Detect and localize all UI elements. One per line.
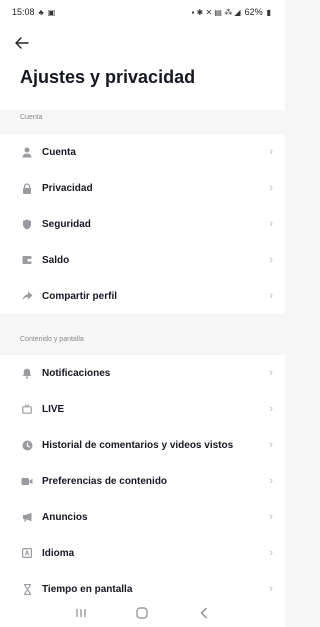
section-contenido: Notificaciones › LIVE › Historial de com… [0, 355, 285, 598]
battery-icon: ▮ [266, 7, 271, 17]
settings-item-label: Idioma [42, 547, 75, 559]
megaphone-icon [20, 510, 34, 524]
settings-item-label: Tiempo en pantalla [42, 583, 133, 595]
settings-item-seguridad[interactable]: Seguridad › [0, 206, 285, 242]
settings-item-label: Seguridad [42, 218, 91, 230]
settings-item-label: Historial de comentarios y videos vistos [42, 439, 234, 451]
shield-icon [20, 217, 34, 231]
chevron-right-icon: › [269, 475, 273, 487]
chevron-right-icon: › [269, 218, 273, 230]
chevron-right-icon: › [269, 511, 273, 523]
bell-icon [20, 366, 34, 380]
header: Ajustes y privacidad [0, 24, 285, 110]
status-time: 15:08 [12, 7, 35, 17]
settings-item-label: Anuncios [42, 511, 88, 523]
section-label-contenido: Contenido y pantalla [20, 336, 84, 343]
back-arrow-icon[interactable] [10, 32, 34, 54]
battery-level: 62% [244, 7, 263, 17]
section-cuenta: Cuenta › Privacidad › Seguridad › Saldo … [0, 134, 285, 314]
calendar-icon: ▣ [47, 7, 56, 17]
settings-item-historial[interactable]: Historial de comentarios y videos vistos… [0, 427, 285, 463]
home-icon[interactable] [127, 603, 157, 623]
status-icons: ▪ ✱ ✕ ▤ ⁂ ◢ [191, 7, 241, 17]
back-nav-icon[interactable] [189, 603, 219, 623]
settings-item-label: Notificaciones [42, 367, 111, 379]
person-icon [20, 145, 34, 159]
settings-item-label: LIVE [42, 403, 65, 415]
share-icon [20, 289, 34, 303]
settings-item-preferencias[interactable]: Preferencias de contenido › [0, 463, 285, 499]
wallet-icon [20, 253, 34, 267]
settings-item-anuncios[interactable]: Anuncios › [0, 499, 285, 535]
status-right: ▪ ✱ ✕ ▤ ⁂ ◢ 62% ▮ [192, 7, 272, 17]
history-icon [20, 438, 34, 452]
chevron-right-icon: › [269, 290, 273, 302]
hourglass-icon [20, 582, 34, 596]
settings-item-idioma[interactable]: Idioma › [0, 535, 285, 571]
settings-item-label: Compartir perfil [42, 290, 118, 302]
video-icon [20, 474, 34, 488]
recent-apps-icon[interactable] [66, 603, 96, 623]
section-label-cuenta: Cuenta [20, 114, 43, 121]
settings-item-notificaciones[interactable]: Notificaciones › [0, 355, 285, 391]
chevron-right-icon: › [269, 547, 273, 559]
chevron-right-icon: › [269, 583, 273, 595]
status-bar: 15:08 ♣ ▣ ▪ ✱ ✕ ▤ ⁂ ◢ 62% ▮ [0, 0, 285, 24]
system-nav-bar [0, 598, 285, 627]
settings-item-label: Cuenta [42, 146, 76, 158]
chevron-right-icon: › [269, 403, 273, 415]
chevron-right-icon: › [269, 439, 273, 451]
settings-item-live[interactable]: LIVE › [0, 391, 285, 427]
chevron-right-icon: › [269, 146, 273, 158]
settings-item-compartir-perfil[interactable]: Compartir perfil › [0, 278, 285, 314]
settings-item-label: Saldo [42, 254, 70, 266]
chevron-right-icon: › [269, 182, 273, 194]
chevron-right-icon: › [269, 367, 273, 379]
settings-item-saldo[interactable]: Saldo › [0, 242, 285, 278]
settings-item-cuenta[interactable]: Cuenta › [0, 134, 285, 170]
notification-icon: ♣ [38, 7, 44, 17]
settings-item-label: Privacidad [42, 182, 93, 194]
chevron-right-icon: › [269, 254, 273, 266]
lock-icon [20, 181, 34, 195]
tv-icon [20, 402, 34, 416]
settings-item-privacidad[interactable]: Privacidad › [0, 170, 285, 206]
page-title: Ajustes y privacidad [20, 67, 196, 87]
language-icon [20, 546, 34, 560]
status-left: 15:08 ♣ ▣ [12, 7, 55, 17]
settings-item-label: Preferencias de contenido [42, 475, 168, 487]
